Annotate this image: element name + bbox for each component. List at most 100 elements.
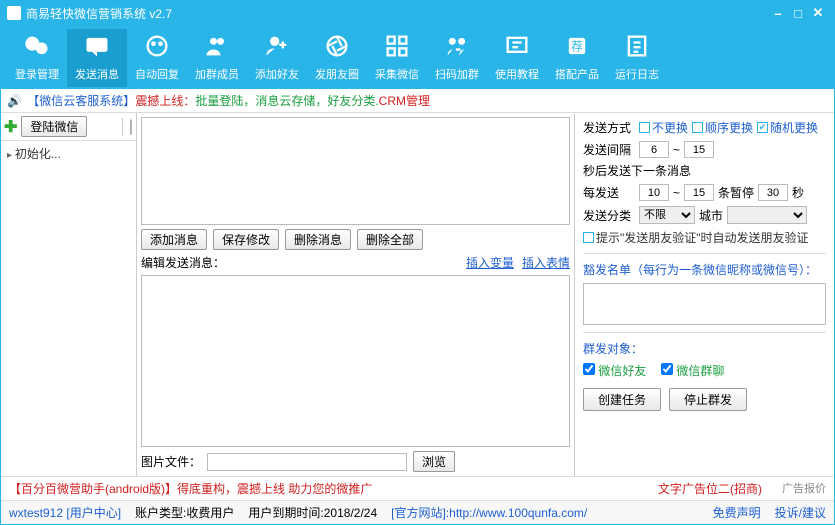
robot-icon bbox=[127, 32, 187, 63]
interval-to-input[interactable] bbox=[684, 141, 714, 158]
tree-root-item[interactable]: 初始化... bbox=[7, 145, 130, 162]
tab-collect[interactable]: 采集微信 bbox=[367, 29, 427, 87]
category-select[interactable]: 不限 bbox=[639, 206, 695, 224]
tab-label: 登录管理 bbox=[15, 69, 59, 81]
maximize-button[interactable]: □ bbox=[788, 6, 808, 21]
tab-label: 采集微信 bbox=[375, 69, 419, 81]
pause-seconds-input[interactable] bbox=[758, 184, 788, 201]
app-icon bbox=[7, 6, 21, 20]
add-user-icon bbox=[247, 32, 307, 63]
announcement-bar: 🔊 【微信云客服系统】震撼上线：批量登陆，消息云存储，好友分类.CRM管理 bbox=[1, 89, 834, 113]
target-friends-checkbox[interactable]: 微信好友 bbox=[583, 362, 646, 379]
tab-send-message[interactable]: 发送消息 bbox=[67, 29, 127, 87]
tab-scan-group[interactable]: 扫码加群 bbox=[427, 29, 487, 87]
tab-label: 扫码加群 bbox=[435, 69, 479, 81]
browse-button[interactable]: 浏览 bbox=[413, 451, 455, 472]
tutorial-icon bbox=[487, 32, 547, 63]
tab-login[interactable]: 登录管理 bbox=[7, 29, 67, 87]
interval-label: 发送间隔 bbox=[583, 141, 635, 158]
ad-pricing-link[interactable]: 广告报价 bbox=[782, 480, 826, 497]
image-file-label: 图片文件： bbox=[141, 453, 201, 470]
aperture-icon bbox=[307, 32, 367, 63]
interval-suffix: 秒后发送下一条消息 bbox=[583, 162, 691, 179]
image-file-input[interactable] bbox=[207, 453, 407, 471]
mode-sequential-checkbox[interactable]: 顺序更换 bbox=[692, 119, 753, 136]
minimize-button[interactable]: – bbox=[768, 6, 788, 21]
mode-random-checkbox[interactable]: 随机更换 bbox=[757, 119, 818, 136]
tab-label: 自动回复 bbox=[135, 69, 179, 81]
tab-logs[interactable]: 运行日志 bbox=[607, 29, 667, 87]
city-select[interactable] bbox=[727, 206, 807, 224]
official-site-url[interactable]: http://www.100qunfa.com/ bbox=[449, 506, 587, 520]
recommend-icon: 荐 bbox=[547, 32, 607, 63]
login-wechat-button[interactable]: 登陆微信 bbox=[21, 116, 87, 137]
message-list[interactable] bbox=[141, 117, 570, 225]
ad2-link[interactable]: 文字广告位二(招商) bbox=[658, 480, 762, 497]
disclaimer-link[interactable]: 免费声明 bbox=[713, 504, 761, 521]
auto-verify-checkbox[interactable]: 提示"发送朋友验证"时自动发送朋友验证 bbox=[583, 229, 809, 246]
every-to-input[interactable] bbox=[684, 184, 714, 201]
right-settings-pane: 发送方式 不更换 顺序更换 随机更换 发送间隔 ~ 秒后发送下一条消息 每发送 … bbox=[574, 113, 834, 476]
category-label: 发送分类 bbox=[583, 207, 635, 224]
save-message-button[interactable]: 保存修改 bbox=[213, 229, 279, 250]
chat-icon bbox=[67, 32, 127, 63]
tab-label: 搭配产品 bbox=[555, 69, 599, 81]
tab-moments[interactable]: 发朋友圈 bbox=[307, 29, 367, 87]
tab-add-friend[interactable]: 添加好友 bbox=[247, 29, 307, 87]
tab-products[interactable]: 荐 搭配产品 bbox=[547, 29, 607, 87]
username: wxtest912 bbox=[9, 506, 63, 520]
log-icon bbox=[607, 32, 667, 63]
window-title: 商易轻快微信营销系统 v2.7 bbox=[26, 5, 172, 22]
tab-label: 加群成员 bbox=[195, 69, 239, 81]
every-label: 每发送 bbox=[583, 184, 635, 201]
grid-icon bbox=[367, 32, 427, 63]
main-toolbar: 登录管理 发送消息 自动回复 加群成员 添加好友 发朋友圈 采集微信 扫码加群 bbox=[1, 25, 834, 89]
account-tree[interactable]: 初始化... bbox=[1, 141, 136, 476]
svg-text:荐: 荐 bbox=[571, 41, 583, 54]
insert-variable-link[interactable]: 插入变量 bbox=[466, 254, 514, 271]
insert-emoji-link[interactable]: 插入表情 bbox=[522, 254, 570, 271]
tab-tutorial[interactable]: 使用教程 bbox=[487, 29, 547, 87]
edit-message-label: 编辑发送消息： bbox=[141, 254, 225, 271]
pause-suffix: 秒 bbox=[792, 184, 804, 201]
create-task-button[interactable]: 创建任务 bbox=[583, 388, 661, 411]
wechat-icon bbox=[7, 32, 67, 63]
tab-label: 添加好友 bbox=[255, 69, 299, 81]
exempt-list-textarea[interactable] bbox=[583, 283, 826, 325]
close-button[interactable]: ✕ bbox=[808, 5, 828, 21]
footer-ads: 【百分百微营助手(android版)】得底重构，震撼上线 助力您的微推广 文字广… bbox=[1, 476, 834, 500]
target-title: 群发对象： bbox=[583, 340, 826, 357]
speaker-icon: 🔊 bbox=[7, 94, 22, 108]
every-from-input[interactable] bbox=[639, 184, 669, 201]
user-center-link[interactable]: [用户中心] bbox=[66, 506, 121, 520]
group-icon bbox=[187, 32, 247, 63]
message-editor[interactable] bbox=[141, 275, 570, 447]
mode-no-change-checkbox[interactable]: 不更换 bbox=[639, 119, 688, 136]
tab-label: 发朋友圈 bbox=[315, 69, 359, 81]
status-bar: wxtest912 [用户中心] 账户类型:收费用户 用户到期时间:2018/2… bbox=[1, 500, 834, 524]
scan-icon bbox=[427, 32, 487, 63]
pause-mid-label: 条暂停 bbox=[718, 184, 754, 201]
tab-label: 发送消息 bbox=[75, 69, 119, 81]
announce-product[interactable]: 【微信云客服系统】 bbox=[27, 94, 135, 108]
interval-from-input[interactable] bbox=[639, 141, 669, 158]
delete-message-button[interactable]: 删除消息 bbox=[285, 229, 351, 250]
center-pane: 添加消息 保存修改 删除消息 删除全部 编辑发送消息： 插入变量 插入表情 图片… bbox=[137, 113, 574, 476]
send-mode-label: 发送方式 bbox=[583, 119, 635, 136]
left-sidebar: ✚ 登陆微信 | 初始化... bbox=[1, 113, 137, 476]
ad1-link[interactable]: 【百分百微营助手(android版)】 bbox=[9, 482, 177, 496]
add-message-button[interactable]: 添加消息 bbox=[141, 229, 207, 250]
tab-label: 使用教程 bbox=[495, 69, 539, 81]
exempt-list-title: 豁发名单（每行为一条微信昵称或微信号）： bbox=[583, 261, 826, 278]
tab-auto-reply[interactable]: 自动回复 bbox=[127, 29, 187, 87]
tab-label: 运行日志 bbox=[615, 69, 659, 81]
plus-icon: ✚ bbox=[4, 117, 17, 137]
delete-all-button[interactable]: 删除全部 bbox=[357, 229, 423, 250]
official-site-link[interactable]: [官方网站]: bbox=[391, 506, 449, 520]
city-label: 城市 bbox=[699, 207, 723, 224]
feedback-link[interactable]: 投诉/建议 bbox=[775, 504, 826, 521]
target-groups-checkbox[interactable]: 微信群聊 bbox=[661, 362, 724, 379]
titlebar: 商易轻快微信营销系统 v2.7 – □ ✕ bbox=[1, 1, 834, 25]
stop-send-button[interactable]: 停止群发 bbox=[669, 388, 747, 411]
tab-add-group-members[interactable]: 加群成员 bbox=[187, 29, 247, 87]
